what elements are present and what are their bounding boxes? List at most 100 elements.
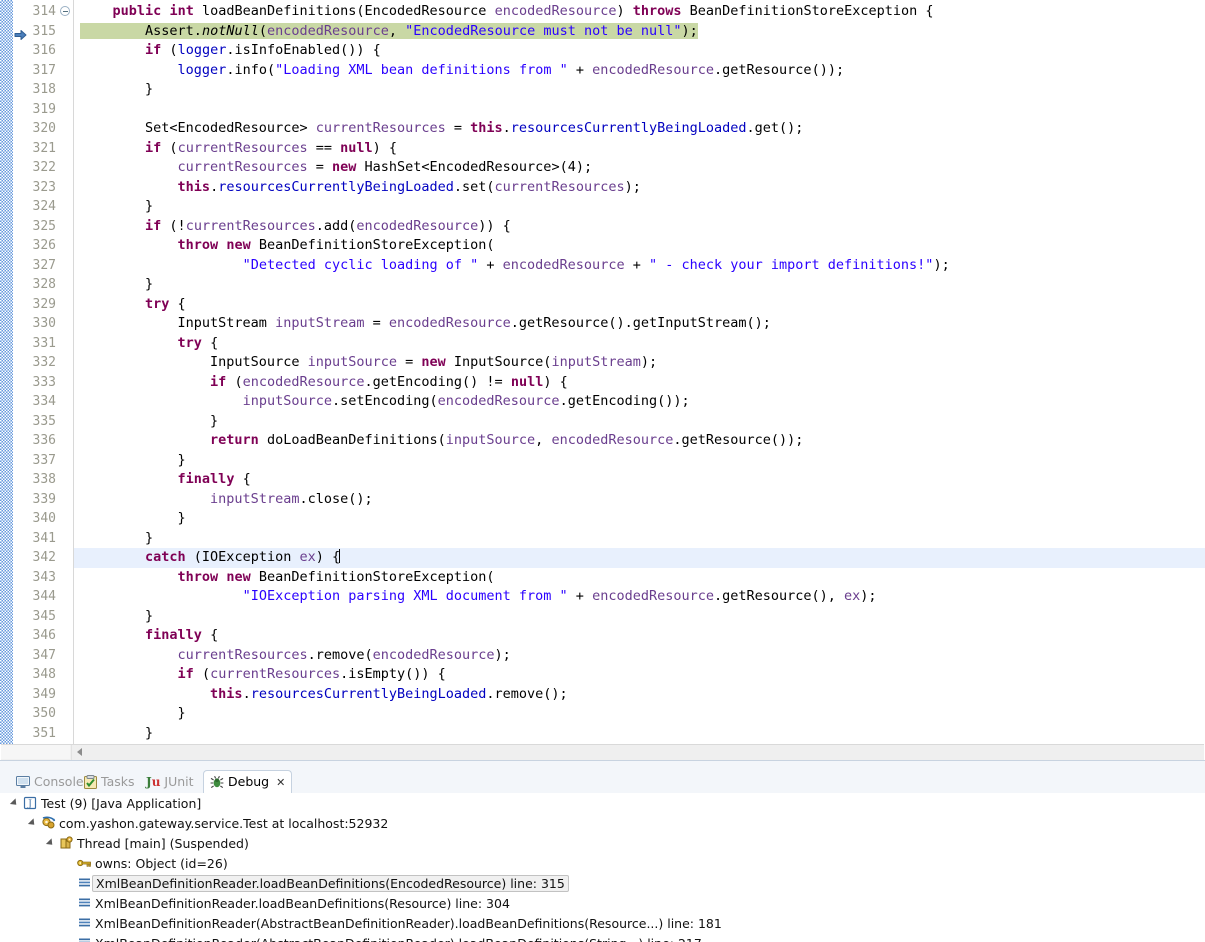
tree-row[interactable]: XmlBeanDefinitionReader(AbstractBeanDefi… <box>0 933 1205 942</box>
java-source-editor[interactable]: 314 315 316 317 318 319 320 321 322 323 324 325 326 3… <box>0 0 1205 769</box>
tree-row[interactable]: owns: Object (id=26) <box>0 853 1205 873</box>
code-line[interactable] <box>74 100 1205 120</box>
code-token: . <box>210 178 219 195</box>
tree-row[interactable]: XmlBeanDefinitionReader.loadBeanDefiniti… <box>0 893 1205 913</box>
code-line[interactable]: Assert.notNull(encodedResource, "Encoded… <box>74 22 1205 42</box>
tree-row[interactable]: com.yashon.gateway.service.Test at local… <box>0 813 1205 833</box>
fold-collapse-icon[interactable] <box>59 2 73 22</box>
code-token: ); <box>933 256 950 273</box>
code-line[interactable]: throw new BeanDefinitionStoreException( <box>74 568 1205 588</box>
code-line[interactable]: public int loadBeanDefinitions(EncodedRe… <box>74 2 1205 22</box>
line-number: 342 <box>32 550 56 565</box>
code-line[interactable]: } <box>74 724 1205 744</box>
debug-stack-tree[interactable]: J Test (9) [Java Application] com.yashon.g… <box>0 793 1205 942</box>
tab-tasks[interactable]: Tasks <box>78 771 141 793</box>
code-line[interactable]: logger.info("Loading XML bean definition… <box>74 61 1205 81</box>
code-line[interactable]: } <box>74 412 1205 432</box>
code-line[interactable]: "IOException parsing XML document from "… <box>74 587 1205 607</box>
code-token: encodedResource <box>494 3 617 19</box>
code-line[interactable]: finally { <box>74 470 1205 490</box>
code-folding-ruler[interactable] <box>59 0 74 744</box>
code-line[interactable]: Set<EncodedResource> currentResources = … <box>74 119 1205 139</box>
expand-arrow-icon[interactable] <box>8 798 21 808</box>
editor-body[interactable]: 314 315 316 317 318 319 320 321 322 323 324 325 326 3… <box>0 0 1205 744</box>
breakpoint-marker-bar[interactable] <box>13 0 28 744</box>
code-line[interactable]: inputStream.close(); <box>74 490 1205 510</box>
fold-slot <box>59 100 73 120</box>
scrollbar-track[interactable] <box>71 745 1204 760</box>
code-token: { <box>201 627 219 643</box>
tree-row[interactable]: J Test (9) [Java Application] <box>0 793 1205 813</box>
code-token: (! <box>161 217 186 234</box>
code-line[interactable]: } <box>74 509 1205 529</box>
tree-row[interactable]: XmlBeanDefinitionReader(AbstractBeanDefi… <box>0 913 1205 933</box>
annotation-ruler[interactable] <box>0 0 13 744</box>
code-line[interactable]: this.resourcesCurrentlyBeingLoaded.set(c… <box>74 178 1205 198</box>
code-line[interactable]: } <box>74 607 1205 627</box>
code-token: finally <box>145 627 202 643</box>
code-line[interactable]: "Detected cyclic loading of " + encodedR… <box>74 256 1205 276</box>
code-text: InputSource inputSource = new InputSourc… <box>80 354 657 370</box>
tab-label: JUnit <box>164 773 194 789</box>
code-line[interactable]: if (currentResources.isEmpty()) { <box>74 665 1205 685</box>
tree-row-label: com.yashon.gateway.service.Test at local… <box>59 815 389 831</box>
code-line[interactable]: this.resourcesCurrentlyBeingLoaded.remov… <box>74 685 1205 705</box>
code-token: ( <box>193 666 211 682</box>
code-text: try { <box>80 335 219 351</box>
code-line[interactable]: try { <box>74 334 1205 354</box>
code-line[interactable]: return doLoadBeanDefinitions(inputSource… <box>74 431 1205 451</box>
code-token: ); <box>640 354 658 370</box>
close-icon[interactable]: ✕ <box>276 776 285 789</box>
code-token: new <box>226 568 251 585</box>
code-token: + <box>624 256 649 273</box>
code-token: resourcesCurrentlyBeingLoaded <box>218 178 454 195</box>
code-token: ); <box>681 22 698 39</box>
fold-slot <box>59 490 73 510</box>
view-tab-bar[interactable]: Console Tasks Ju JUnit Debug ✕ <box>0 768 1205 794</box>
code-line[interactable]: if (!currentResources.add(encodedResourc… <box>74 217 1205 237</box>
code-line[interactable]: } <box>74 197 1205 217</box>
code-token: currentResources <box>494 178 625 195</box>
code-line[interactable]: } <box>74 275 1205 295</box>
code-line[interactable]: throw new BeanDefinitionStoreException( <box>74 236 1205 256</box>
scroll-left-arrow-icon[interactable] <box>77 748 82 756</box>
code-token: .getEncoding() != <box>364 373 511 390</box>
line-number: 338 <box>32 472 56 487</box>
code-text: } <box>80 81 153 97</box>
thread-icon <box>57 836 75 850</box>
code-line[interactable]: if (currentResources == null) { <box>74 139 1205 159</box>
tab-debug[interactable]: Debug ✕ <box>203 770 293 794</box>
tab-junit[interactable]: Ju JUnit <box>140 771 200 793</box>
code-line[interactable]: if (logger.isInfoEnabled()) { <box>74 41 1205 61</box>
code-line[interactable]: } <box>74 451 1205 471</box>
line-number: 334 <box>32 394 56 409</box>
code-line[interactable]: InputStream inputStream = encodedResourc… <box>74 314 1205 334</box>
stack-frame-row-selected[interactable]: XmlBeanDefinitionReader.loadBeanDefiniti… <box>0 873 1205 893</box>
code-line[interactable]: catch (IOException ex) { <box>74 548 1205 568</box>
code-line[interactable]: try { <box>74 295 1205 315</box>
code-token: new <box>421 354 446 370</box>
code-line[interactable]: } <box>74 80 1205 100</box>
code-line[interactable]: currentResources.remove(encodedResource)… <box>74 646 1205 666</box>
code-token: + <box>478 256 503 273</box>
code-line[interactable]: finally { <box>74 626 1205 646</box>
line-number: 332 <box>32 355 56 370</box>
expand-arrow-icon[interactable] <box>26 818 39 828</box>
code-line[interactable]: } <box>74 529 1205 549</box>
code-text-area[interactable]: public int loadBeanDefinitions(EncodedRe… <box>74 0 1205 744</box>
code-line[interactable]: inputSource.setEncoding(encodedResource.… <box>74 392 1205 412</box>
code-token: inputStream <box>210 490 300 507</box>
fold-slot <box>59 41 73 61</box>
editor-horizontal-scrollbar[interactable] <box>1 744 1204 760</box>
code-line[interactable]: currentResources = new HashSet<EncodedRe… <box>74 158 1205 178</box>
expand-arrow-icon[interactable] <box>44 838 57 848</box>
tree-row[interactable]: Thread [main] (Suspended) <box>0 833 1205 853</box>
code-line[interactable]: InputSource inputSource = new InputSourc… <box>74 353 1205 373</box>
code-line[interactable]: if (encodedResource.getEncoding() != nul… <box>74 373 1205 393</box>
code-line[interactable]: } <box>74 704 1205 724</box>
line-number: 347 <box>32 647 56 663</box>
code-token: new <box>226 237 251 253</box>
